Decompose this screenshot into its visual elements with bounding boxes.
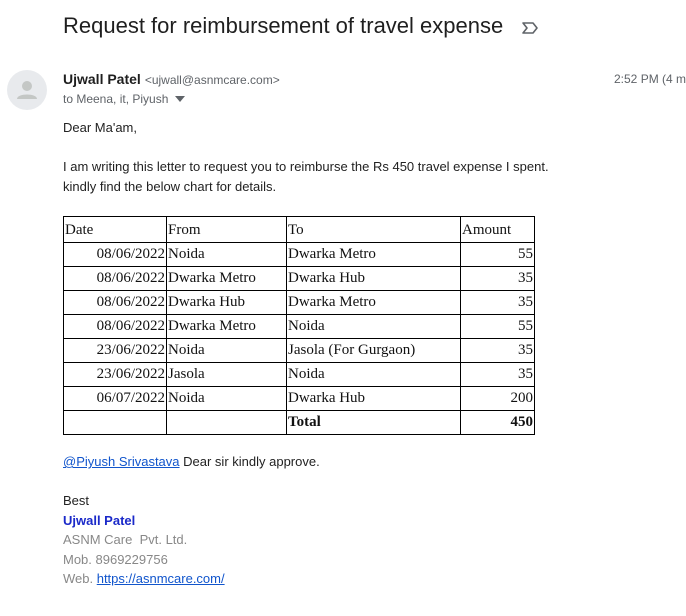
signature-name: Ujwall Patel bbox=[63, 513, 136, 528]
chevron-down-icon[interactable] bbox=[175, 96, 186, 102]
expense-table: Date From To Amount 08/06/2022 Noida Dwa… bbox=[63, 216, 535, 435]
website-link[interactable]: https://asnmcare.com/ bbox=[97, 571, 225, 586]
table-row: 23/06/2022 Noida Jasola (For Gurgaon) 35 bbox=[63, 338, 535, 363]
table-total-row: Total 450 bbox=[63, 410, 535, 435]
approval-line: @Piyush Srivastava Dear sir kindly appro… bbox=[63, 454, 320, 469]
cell-from: Jasola bbox=[166, 362, 287, 387]
cell-amount: 35 bbox=[460, 362, 535, 387]
cell-date: 06/07/2022 bbox=[63, 386, 167, 411]
total-label: Total bbox=[286, 410, 461, 435]
cell-empty bbox=[166, 410, 287, 435]
default-avatar-icon bbox=[17, 81, 37, 99]
recipients-text: to Meena, it, Piyush bbox=[63, 92, 169, 106]
table-row: 08/06/2022 Noida Dwarka Metro 55 bbox=[63, 242, 535, 267]
cell-date: 08/06/2022 bbox=[63, 242, 167, 267]
greeting: Dear Ma'am, bbox=[63, 120, 138, 135]
signature-company: ASNM Care Pvt. Ltd. bbox=[63, 532, 188, 547]
cell-amount: 35 bbox=[460, 290, 535, 315]
cell-date: 23/06/2022 bbox=[63, 338, 167, 363]
cell-amount: 35 bbox=[460, 338, 535, 363]
cell-date: 23/06/2022 bbox=[63, 362, 167, 387]
header-date: Date bbox=[63, 216, 167, 243]
web-label: Web. bbox=[63, 571, 97, 586]
body-line-1: I am writing this letter to request you … bbox=[63, 159, 549, 174]
email-subject: Request for reimbursement of travel expe… bbox=[63, 13, 504, 38]
cell-amount: 35 bbox=[460, 266, 535, 291]
cell-from: Noida bbox=[166, 386, 287, 411]
sender-avatar[interactable] bbox=[7, 70, 47, 110]
mention-link[interactable]: @Piyush Srivastava bbox=[63, 454, 180, 469]
total-value: 450 bbox=[460, 410, 535, 435]
cell-from: Dwarka Metro bbox=[166, 314, 287, 339]
table-header-row: Date From To Amount bbox=[63, 216, 535, 243]
header-amount: Amount bbox=[460, 216, 535, 243]
cell-to: Dwarka Hub bbox=[286, 386, 461, 411]
cell-date: 08/06/2022 bbox=[63, 314, 167, 339]
signature-mobile: Mob. 8969229756 bbox=[63, 552, 168, 567]
sender-info: Ujwall Patel <ujwall@asnmcare.com> bbox=[63, 71, 280, 87]
cell-amount: 55 bbox=[460, 314, 535, 339]
cell-from: Dwarka Metro bbox=[166, 266, 287, 291]
cell-to: Noida bbox=[286, 362, 461, 387]
signature-web: Web. https://asnmcare.com/ bbox=[63, 571, 225, 586]
table-row: 08/06/2022 Dwarka Hub Dwarka Metro 35 bbox=[63, 290, 535, 315]
cell-from: Noida bbox=[166, 242, 287, 267]
body-line-2: kindly find the below chart for details. bbox=[63, 179, 277, 194]
approval-text: Dear sir kindly approve. bbox=[179, 454, 320, 469]
sender-name[interactable]: Ujwall Patel bbox=[63, 71, 141, 87]
table-row: 23/06/2022 Jasola Noida 35 bbox=[63, 362, 535, 387]
recipients-line: to Meena, it, Piyush bbox=[63, 92, 186, 106]
cell-to: Noida bbox=[286, 314, 461, 339]
cell-from: Dwarka Hub bbox=[166, 290, 287, 315]
cell-date: 08/06/2022 bbox=[63, 266, 167, 291]
header-to: To bbox=[286, 216, 461, 243]
cell-to: Dwarka Metro bbox=[286, 242, 461, 267]
cell-amount: 200 bbox=[460, 386, 535, 411]
header-from: From bbox=[166, 216, 287, 243]
cell-to: Dwarka Hub bbox=[286, 266, 461, 291]
signature-closing: Best bbox=[63, 493, 90, 508]
cell-amount: 55 bbox=[460, 242, 535, 267]
cell-empty bbox=[63, 410, 167, 435]
cell-date: 08/06/2022 bbox=[63, 290, 167, 315]
table-row: 08/06/2022 Dwarka Metro Dwarka Hub 35 bbox=[63, 266, 535, 291]
cell-from: Noida bbox=[166, 338, 287, 363]
email-timestamp[interactable]: 2:52 PM (4 m bbox=[614, 72, 686, 86]
cell-to: Dwarka Metro bbox=[286, 290, 461, 315]
cell-to: Jasola (For Gurgaon) bbox=[286, 338, 461, 363]
table-row: 06/07/2022 Noida Dwarka Hub 200 bbox=[63, 386, 535, 411]
label-important-icon[interactable] bbox=[520, 18, 540, 38]
sender-email: <ujwall@asnmcare.com> bbox=[144, 73, 280, 87]
table-row: 08/06/2022 Dwarka Metro Noida 55 bbox=[63, 314, 535, 339]
